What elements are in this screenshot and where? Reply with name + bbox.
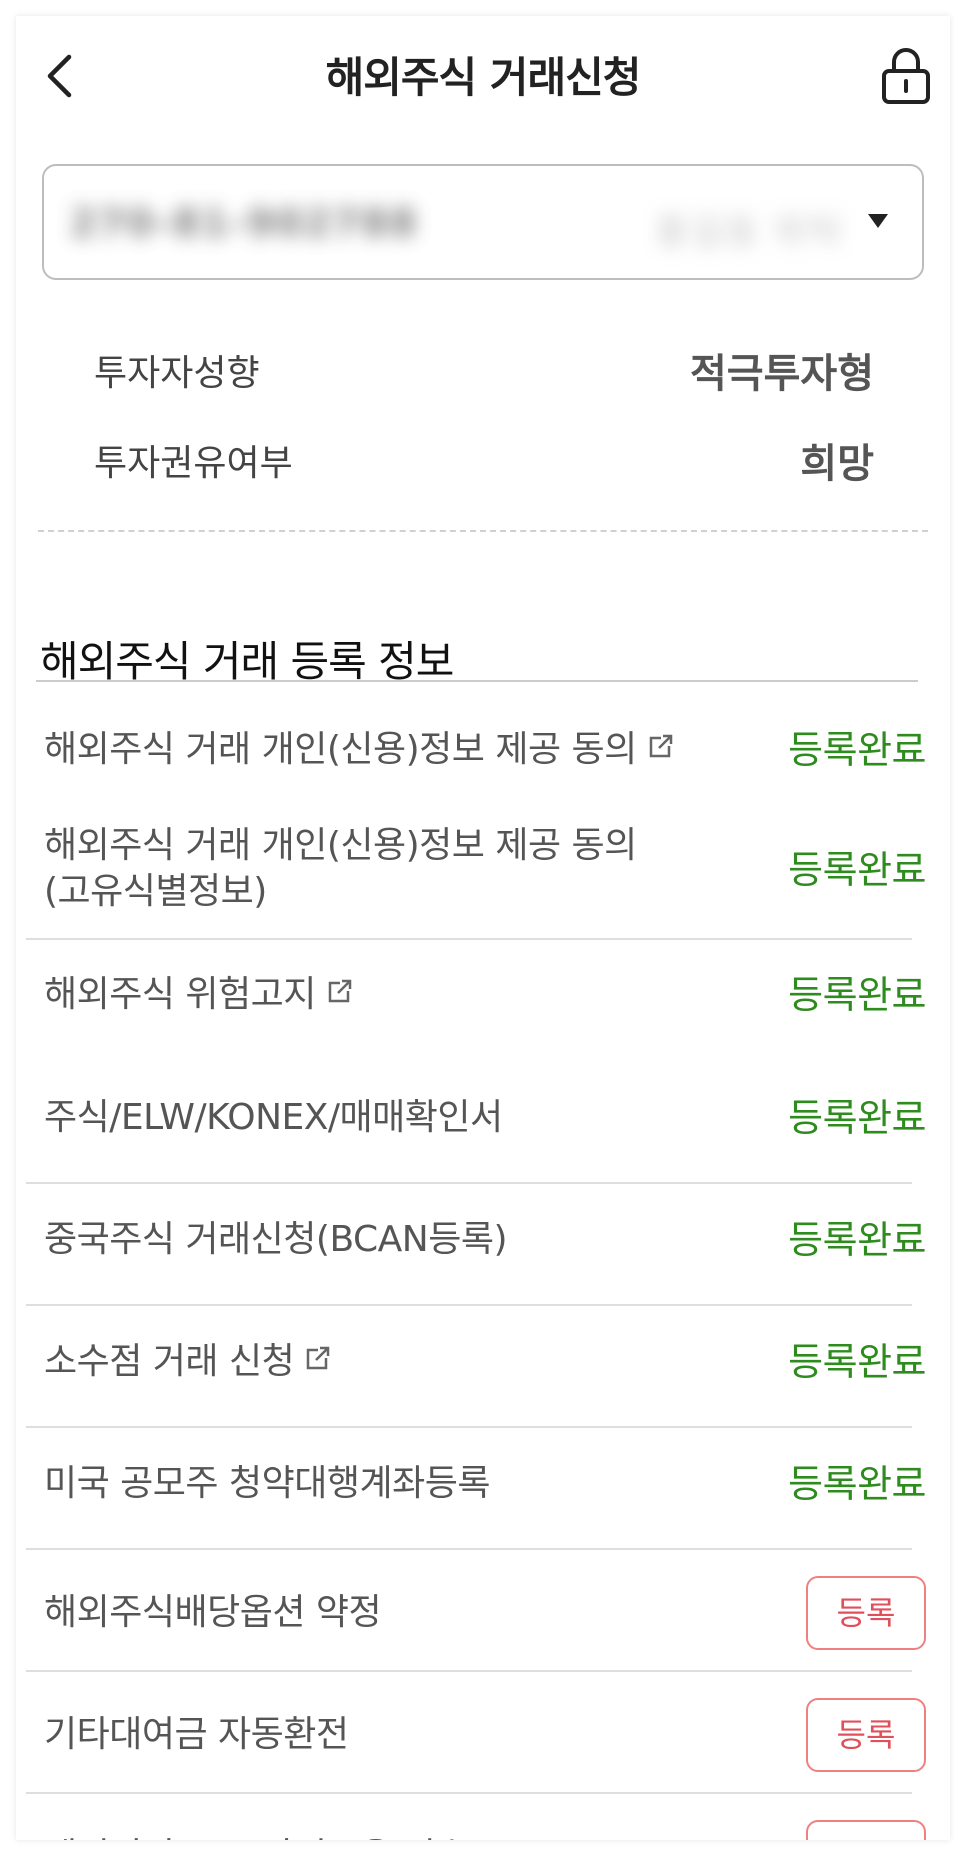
row-label: 중국주식 거래신청(BCAN등록) bbox=[44, 1219, 508, 1260]
row-divider bbox=[26, 1304, 912, 1306]
list-item-credit-info-consent[interactable]: 해외주식 거래 개인(신용)정보 제공 동의 등록완료 bbox=[26, 721, 926, 783]
row-divider bbox=[26, 1670, 912, 1672]
solicitation-value: 희망 bbox=[800, 441, 874, 487]
status-badge: 등록완료 bbox=[788, 1096, 926, 1140]
row-label: 주식/ELW/KONEX/매매확인서 bbox=[44, 1097, 503, 1138]
list-item-credit-info-consent-id[interactable]: 해외주식 거래 개인(신용)정보 제공 동의 (고유식별정보) 등록완료 bbox=[26, 821, 926, 925]
app-frame: 해외주식 거래신청 270-81-902788 홍길동 위탁 투자자성향 적극투… bbox=[16, 16, 950, 1840]
row-divider bbox=[26, 1426, 912, 1428]
row-label: 해외주식 거래 개인(신용)정보 제공 동의 bbox=[44, 725, 675, 776]
row-divider bbox=[26, 938, 912, 940]
section-divider bbox=[36, 680, 918, 682]
solicitation-row: 투자권유여부 희망 bbox=[94, 434, 874, 494]
list-item-auto-exchange: 기타대여금 자동환전 등록 bbox=[26, 1696, 926, 1774]
row-label: 해외주식배당옵션 약정 bbox=[44, 1592, 382, 1633]
row-label: 기타대여금 자동환전 bbox=[44, 1714, 349, 1755]
register-button[interactable]: 등록 bbox=[806, 1698, 926, 1772]
list-item-us-ipo[interactable]: 미국 공모주 청약대행계좌등록 등록완료 bbox=[26, 1455, 926, 1517]
list-item-leverage-etp: 레버리지 ETP 사전교육 이수 등록 bbox=[26, 1818, 926, 1840]
list-item-trade-confirmation[interactable]: 주식/ELW/KONEX/매매확인서 등록완료 bbox=[26, 1089, 926, 1151]
header: 해외주식 거래신청 bbox=[16, 16, 950, 126]
caret-down-icon bbox=[868, 214, 888, 228]
account-name: 홍길동 위탁 bbox=[654, 212, 844, 253]
row-divider bbox=[26, 1182, 912, 1184]
investor-type-row: 투자자성향 적극투자형 bbox=[94, 344, 874, 404]
list-item-risk-notice[interactable]: 해외주식 위험고지 등록완료 bbox=[26, 966, 926, 1028]
row-divider bbox=[26, 1548, 912, 1550]
row-label: 해외주식 위험고지 bbox=[44, 970, 354, 1021]
register-button[interactable]: 등록 bbox=[806, 1576, 926, 1650]
page-title: 해외주식 거래신청 bbox=[325, 53, 642, 102]
status-badge: 등록완료 bbox=[788, 1218, 926, 1262]
external-link-icon bbox=[324, 971, 354, 1021]
row-divider bbox=[26, 1792, 912, 1794]
lock-button[interactable] bbox=[876, 46, 936, 106]
row-label: 레버리지 ETP 사전교육 이수 bbox=[44, 1832, 468, 1840]
list-item-fractional-trading[interactable]: 소수점 거래 신청 등록완료 bbox=[26, 1333, 926, 1395]
status-badge: 등록완료 bbox=[788, 1340, 926, 1384]
account-select[interactable]: 270-81-902788 홍길동 위탁 bbox=[42, 164, 924, 280]
external-link-icon bbox=[645, 726, 675, 776]
status-badge: 등록완료 bbox=[788, 848, 926, 892]
investor-type-label: 투자자성향 bbox=[94, 353, 260, 394]
register-button[interactable]: 등록 bbox=[806, 1820, 926, 1840]
row-label: 미국 공모주 청약대행계좌등록 bbox=[44, 1463, 490, 1504]
solicitation-label: 투자권유여부 bbox=[94, 443, 293, 484]
row-label: 해외주식 거래 개인(신용)정보 제공 동의 bbox=[44, 825, 637, 866]
list-item-china-stock[interactable]: 중국주식 거래신청(BCAN등록) 등록완료 bbox=[26, 1211, 926, 1273]
lock-icon bbox=[882, 48, 930, 104]
status-badge: 등록완료 bbox=[788, 728, 926, 772]
external-link-icon bbox=[302, 1338, 332, 1388]
status-badge: 등록완료 bbox=[788, 1462, 926, 1506]
status-badge: 등록완료 bbox=[788, 973, 926, 1017]
investor-type-value: 적극투자형 bbox=[690, 351, 874, 397]
list-item-dividend-option: 해외주식배당옵션 약정 등록 bbox=[26, 1574, 926, 1652]
dashed-divider bbox=[38, 530, 928, 532]
account-number: 270-81-902788 bbox=[70, 201, 419, 245]
row-label: 소수점 거래 신청 bbox=[44, 1337, 332, 1388]
row-label-line2: (고유식별정보) bbox=[44, 871, 267, 912]
